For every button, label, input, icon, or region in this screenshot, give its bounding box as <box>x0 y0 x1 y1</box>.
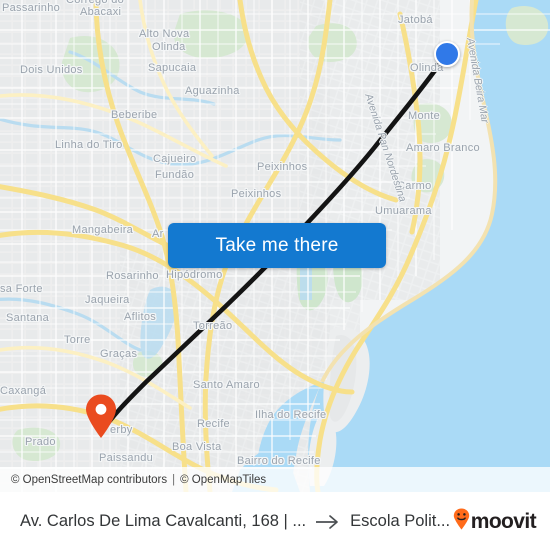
origin-marker[interactable] <box>434 41 460 67</box>
moovit-pin-icon <box>453 508 470 535</box>
map-canvas[interactable]: Passarinho Córrego do Abacaxi Alto Nova Olin… <box>0 0 550 492</box>
openmaptiles-attribution-link[interactable]: © OpenMapTiles <box>180 474 266 486</box>
trip-summary: Av. Carlos De Lima Cavalcanti, 168 | ...… <box>0 512 453 531</box>
map-pin-icon <box>86 394 116 438</box>
arrow-right-icon <box>315 514 341 530</box>
moovit-logo[interactable]: moovit <box>453 508 550 535</box>
moovit-trip-view: Passarinho Córrego do Abacaxi Alto Nova Olin… <box>0 0 550 550</box>
destination-marker[interactable] <box>84 393 118 439</box>
map-attribution: © OpenStreetMap contributors | © OpenMap… <box>0 467 550 492</box>
trip-destination-label: Escola Polit... <box>350 512 451 530</box>
trip-footer: Av. Carlos De Lima Cavalcanti, 168 | ...… <box>0 492 550 550</box>
moovit-wordmark: moovit <box>470 509 537 533</box>
take-me-there-button[interactable]: Take me there <box>168 223 386 268</box>
osm-attribution-link[interactable]: © OpenStreetMap contributors <box>11 474 167 486</box>
trip-origin-label: Av. Carlos De Lima Cavalcanti, 168 | ... <box>20 512 307 530</box>
attribution-separator: | <box>172 473 176 486</box>
